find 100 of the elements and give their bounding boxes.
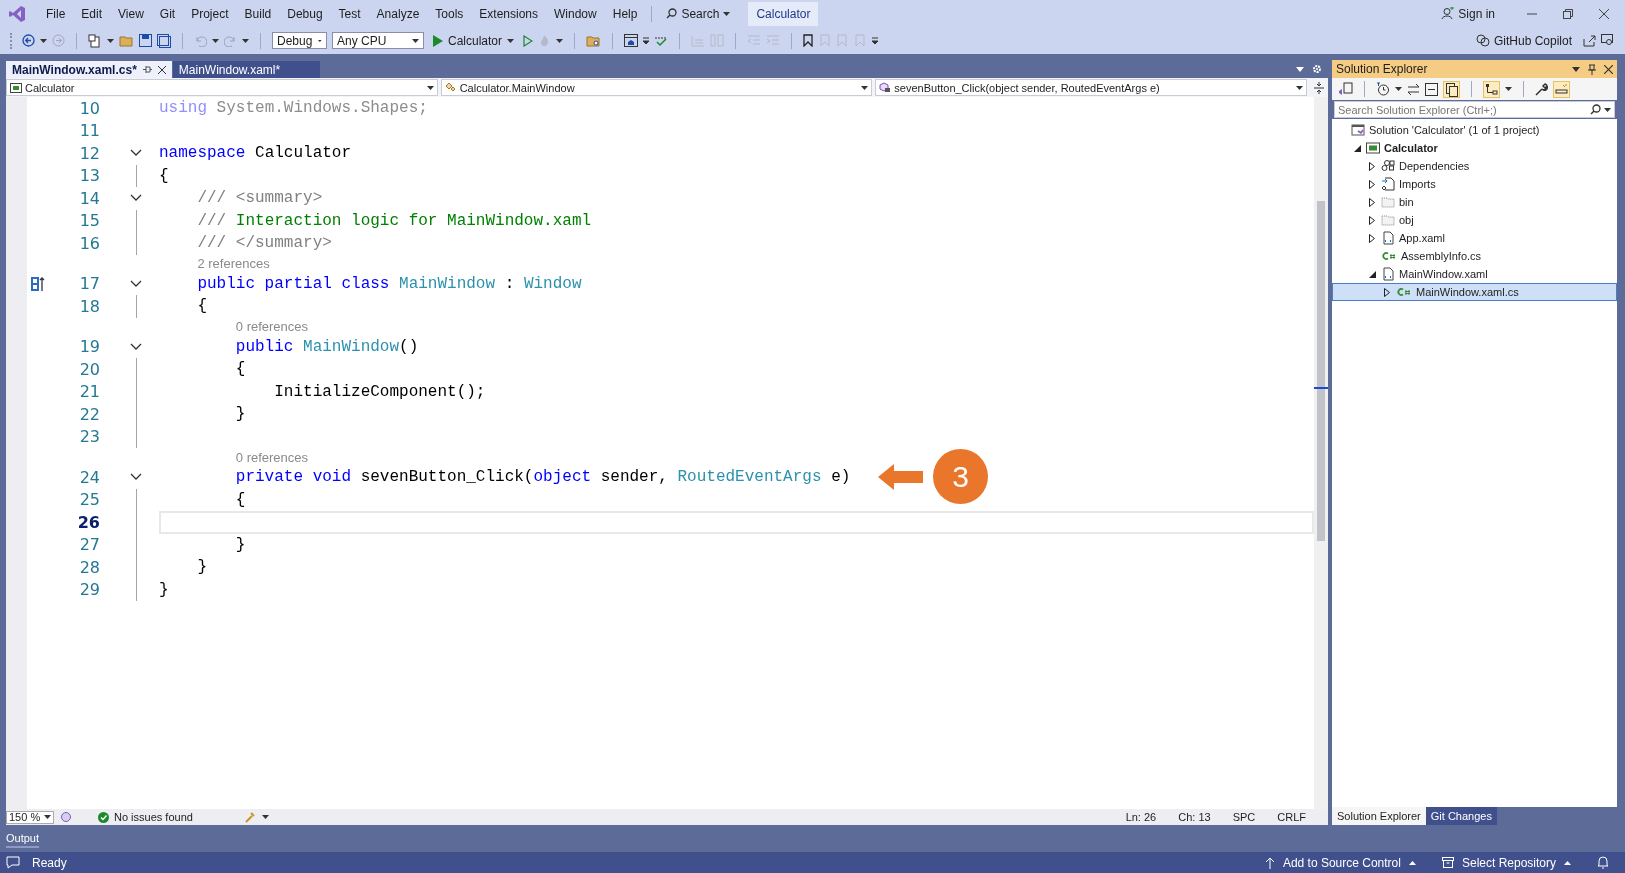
dropdown-caret-icon[interactable] bbox=[1572, 66, 1580, 72]
save-all-icon[interactable] bbox=[157, 33, 171, 48]
menu-item[interactable]: Help bbox=[604, 3, 646, 24]
overflow-icon[interactable] bbox=[643, 36, 650, 45]
references-link[interactable]: 0 references bbox=[235, 449, 309, 465]
document-tab[interactable]: MainWindow.xaml.cs* bbox=[6, 61, 172, 78]
sync-icon[interactable] bbox=[1407, 83, 1420, 95]
output-tab[interactable]: Output bbox=[6, 829, 40, 848]
add-to-source-control-button[interactable]: Add to Source Control bbox=[1264, 855, 1416, 870]
references-link[interactable]: 0 references bbox=[235, 319, 309, 334]
collapsed-arrow-icon[interactable] bbox=[1369, 233, 1375, 243]
pin-icon[interactable] bbox=[1588, 63, 1596, 75]
menu-item[interactable]: Window bbox=[546, 3, 605, 24]
show-all-files-icon[interactable] bbox=[1444, 81, 1459, 97]
tree-item[interactable]: MainWindow.xaml bbox=[1332, 265, 1617, 283]
collapsed-arrow-icon[interactable] bbox=[1369, 215, 1375, 225]
menu-item[interactable]: Git bbox=[151, 3, 184, 24]
panel-tab[interactable]: Solution Explorer bbox=[1332, 807, 1426, 825]
feedback-icon[interactable] bbox=[1601, 34, 1615, 47]
collapsed-arrow-icon[interactable] bbox=[1369, 161, 1375, 171]
expanded-arrow-icon[interactable] bbox=[1368, 270, 1376, 278]
bookmark-icon[interactable] bbox=[803, 34, 814, 47]
whitespace-mode[interactable]: SPC bbox=[1224, 811, 1264, 823]
spell-check-icon[interactable] bbox=[654, 34, 669, 47]
document-tab[interactable]: MainWindow.xaml* bbox=[172, 61, 321, 78]
wrench-icon[interactable] bbox=[1535, 82, 1548, 96]
member-dropdown[interactable]: sevenButton_Click(object sender, RoutedEventArgs e) bbox=[875, 79, 1307, 96]
menu-item[interactable]: Tools bbox=[427, 3, 472, 24]
folder-search-icon[interactable] bbox=[586, 34, 602, 47]
issues-status[interactable]: No issues found bbox=[98, 811, 238, 823]
tree-item[interactable]: App.xaml bbox=[1332, 229, 1617, 247]
menu-item[interactable]: File bbox=[38, 3, 74, 24]
tree-item[interactable]: obj bbox=[1332, 211, 1617, 229]
vertical-scrollbar[interactable] bbox=[1314, 97, 1328, 809]
play-outline-icon[interactable] bbox=[523, 34, 534, 47]
history-icon[interactable] bbox=[1376, 82, 1390, 96]
chat-bubble-icon[interactable] bbox=[6, 856, 20, 869]
tree-item[interactable]: Solution 'Calculator' (1 of 1 project) bbox=[1332, 121, 1617, 139]
sign-in-button[interactable]: Sign in bbox=[1433, 3, 1503, 24]
menu-item[interactable]: Build bbox=[236, 3, 280, 24]
window-layout-icon[interactable] bbox=[624, 34, 639, 47]
collapsed-arrow-icon[interactable] bbox=[1369, 197, 1375, 207]
tree-item[interactable]: Dependencies bbox=[1332, 157, 1617, 175]
app-logo[interactable] bbox=[8, 4, 26, 23]
search-button[interactable]: Search bbox=[658, 3, 739, 24]
project-dropdown[interactable]: Calculator bbox=[6, 79, 438, 96]
search-icon bbox=[666, 8, 678, 19]
menu-item[interactable]: Extensions bbox=[471, 3, 547, 24]
close-icon[interactable] bbox=[1604, 64, 1613, 74]
collapse-chevron-icon[interactable] bbox=[130, 342, 142, 351]
collapsed-arrow-icon[interactable] bbox=[1384, 287, 1390, 297]
new-item-icon[interactable] bbox=[88, 33, 102, 48]
references-link[interactable]: 2 references bbox=[197, 256, 270, 271]
start-button[interactable]: Calculator bbox=[429, 31, 519, 50]
settings-icon[interactable] bbox=[1312, 64, 1322, 74]
menu-item[interactable]: Test bbox=[330, 3, 369, 24]
close-icon[interactable] bbox=[1599, 8, 1609, 19]
tree-item[interactable]: bin bbox=[1332, 193, 1617, 211]
line-position[interactable]: Ln: 26 bbox=[1117, 811, 1165, 823]
select-repository-button[interactable]: Select Repository bbox=[1441, 855, 1571, 870]
menu-item[interactable]: Analyze bbox=[368, 3, 428, 24]
restore-icon[interactable] bbox=[1563, 8, 1573, 19]
tree-item[interactable]: Imports bbox=[1332, 175, 1617, 193]
expanded-arrow-icon[interactable] bbox=[1353, 144, 1361, 152]
menu-item[interactable]: Debug bbox=[279, 3, 331, 24]
preview-icon[interactable] bbox=[1554, 81, 1569, 97]
panel-tab[interactable]: Git Changes bbox=[1425, 807, 1497, 825]
menu-item[interactable]: Edit bbox=[73, 3, 111, 24]
split-icon[interactable] bbox=[1314, 81, 1324, 94]
collapse-all-icon[interactable] bbox=[1425, 82, 1438, 96]
collapse-chevron-icon[interactable] bbox=[130, 149, 142, 157]
caret-icon bbox=[507, 38, 515, 43]
type-dropdown[interactable]: Calculator.MainWindow bbox=[440, 79, 873, 96]
zoom-dropdown[interactable]: 150 % bbox=[6, 810, 54, 824]
switch-views-icon[interactable] bbox=[1338, 82, 1353, 96]
collapse-chevron-icon[interactable] bbox=[130, 194, 142, 202]
menu-item[interactable]: Project bbox=[183, 3, 237, 24]
close-icon[interactable] bbox=[157, 65, 166, 74]
collapse-chevron-icon[interactable] bbox=[130, 279, 142, 288]
back-icon[interactable] bbox=[22, 34, 35, 47]
notification-bell-icon[interactable] bbox=[1597, 856, 1609, 869]
column-position[interactable]: Ch: 13 bbox=[1170, 811, 1219, 823]
platform-dropdown[interactable]: Any CPU bbox=[332, 32, 424, 49]
pin-icon[interactable] bbox=[142, 65, 152, 74]
collapsed-arrow-icon[interactable] bbox=[1369, 179, 1375, 189]
share-icon[interactable] bbox=[1583, 34, 1596, 47]
configuration-dropdown[interactable]: Debug bbox=[272, 32, 327, 49]
menu-item[interactable]: View bbox=[110, 3, 152, 24]
inheritance-marker-icon[interactable] bbox=[30, 275, 46, 292]
collapse-chevron-icon[interactable] bbox=[130, 473, 142, 481]
copilot-button[interactable]: GitHub Copilot bbox=[1469, 31, 1578, 50]
search-field[interactable]: Search Solution Explorer (Ctrl+;) bbox=[1334, 101, 1615, 118]
line-endings[interactable]: CRLF bbox=[1269, 811, 1314, 823]
tree-item[interactable]: Calculator bbox=[1332, 139, 1617, 157]
overflow-icon[interactable] bbox=[872, 36, 879, 45]
tree-item[interactable]: AssemblyInfo.cs bbox=[1332, 247, 1617, 265]
save-icon[interactable] bbox=[139, 34, 152, 47]
tree-item[interactable]: MainWindow.xaml.cs bbox=[1332, 283, 1617, 301]
tree-view-icon[interactable] bbox=[1484, 81, 1499, 97]
tab-list-caret-icon[interactable] bbox=[1296, 66, 1304, 72]
